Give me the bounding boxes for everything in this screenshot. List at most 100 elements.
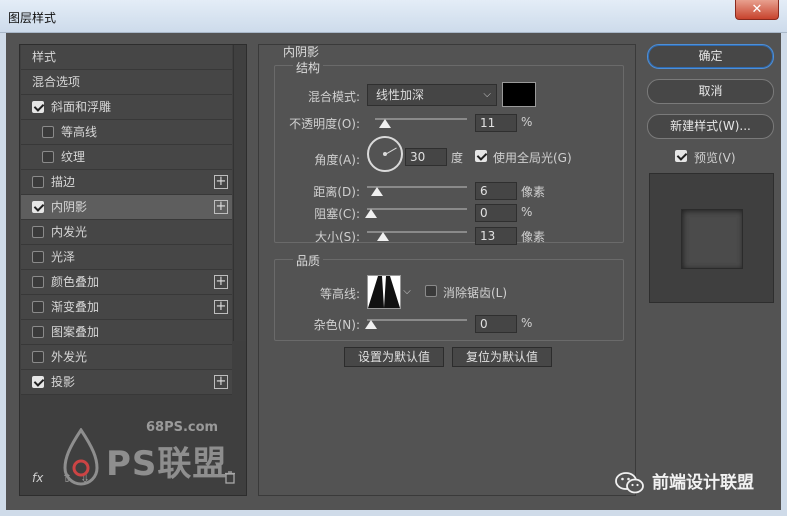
style-item-pattern-overlay[interactable]: 图案叠加 (21, 320, 232, 345)
style-item-color-overlay[interactable]: 颜色叠加 + (21, 270, 232, 295)
set-default-button[interactable]: 设置为默认值 (344, 347, 444, 367)
blend-options-item[interactable]: 混合选项 (21, 70, 232, 95)
noise-unit: % (521, 316, 533, 330)
style-item-label: 投影 (51, 375, 76, 389)
angle-dial[interactable] (367, 136, 403, 172)
style-item-inner-glow[interactable]: 内发光 (21, 220, 232, 245)
cancel-button[interactable]: 取消 (647, 79, 774, 104)
style-item-label: 颜色叠加 (51, 275, 100, 289)
contour-picker[interactable] (367, 275, 401, 309)
outer-glow-checkbox[interactable] (32, 351, 44, 363)
slider-thumb[interactable] (377, 232, 389, 241)
blend-mode-select[interactable]: 线性加深 ⌵ (367, 84, 497, 106)
style-item-label: 内阴影 (51, 200, 88, 214)
distance-unit: 像素 (521, 185, 546, 199)
size-slider[interactable] (367, 229, 467, 241)
style-item-label: 图案叠加 (51, 325, 100, 339)
add-color-overlay-icon[interactable]: + (214, 275, 228, 289)
slider-thumb[interactable] (365, 320, 377, 329)
reset-default-button[interactable]: 复位为默认值 (452, 347, 552, 367)
style-item-bevel-emboss[interactable]: 斜面和浮雕 (21, 95, 232, 120)
opacity-input[interactable]: 11 (475, 114, 517, 132)
distance-slider[interactable] (367, 184, 467, 196)
drop-shadow-checkbox[interactable] (32, 376, 44, 388)
style-item-label: 描边 (51, 175, 76, 189)
inner-glow-checkbox[interactable] (32, 226, 44, 238)
angle-unit: 度 (451, 151, 464, 165)
opacity-slider[interactable] (375, 116, 467, 128)
angle-input[interactable]: 30 (405, 148, 447, 166)
contour-label: 等高线: (319, 287, 360, 301)
style-item-outer-glow[interactable]: 外发光 (21, 345, 232, 370)
blend-mode-label: 混合模式: (307, 90, 360, 104)
style-item-label: 光泽 (51, 250, 76, 264)
inner-shadow-panel: 内阴影 结构 混合模式: 线性加深 ⌵ 不透明度(O): 11 % 角度(A):… (258, 44, 636, 496)
add-gradient-overlay-icon[interactable]: + (214, 300, 228, 314)
styles-list-scrollbar[interactable] (233, 45, 246, 341)
bevel-emboss-checkbox[interactable] (32, 101, 44, 113)
watermark-brand: PS联盟 (106, 444, 228, 484)
style-item-drop-shadow[interactable]: 投影 + (21, 370, 232, 395)
pattern-overlay-checkbox[interactable] (32, 326, 44, 338)
style-item-inner-shadow[interactable]: 内阴影 + (21, 195, 232, 220)
slider-thumb[interactable] (379, 119, 391, 128)
size-unit: 像素 (521, 230, 546, 244)
add-inner-shadow-icon[interactable]: + (214, 200, 228, 214)
footer-brand: 前端设计联盟 (652, 473, 754, 493)
slider-track (367, 319, 467, 321)
contour-dropdown-icon[interactable]: ⌵ (402, 275, 412, 309)
style-item-label: 渐变叠加 (51, 300, 100, 314)
add-stroke-icon[interactable]: + (214, 175, 228, 189)
choke-slider[interactable] (365, 206, 467, 218)
antialias-checkbox[interactable] (425, 285, 437, 297)
preview-label: 预览(V) (694, 151, 736, 165)
inner-shadow-checkbox[interactable] (32, 201, 44, 213)
style-item-contour[interactable]: 等高线 (21, 120, 232, 145)
shadow-color-swatch[interactable] (502, 82, 536, 107)
close-button[interactable]: ✕ (735, 0, 779, 20)
antialias-label: 消除锯齿(L) (443, 286, 508, 300)
style-item-stroke[interactable]: 描边 + (21, 170, 232, 195)
stroke-checkbox[interactable] (32, 176, 44, 188)
wechat-icon (615, 472, 644, 494)
distance-input[interactable]: 6 (475, 182, 517, 200)
structure-title: 结构 (293, 59, 324, 76)
quality-title: 品质 (293, 252, 324, 269)
choke-input[interactable]: 0 (475, 204, 517, 222)
choke-label: 阻塞(C): (314, 207, 360, 221)
styles-header[interactable]: 样式 (21, 45, 232, 70)
watermark-site: 68PS.com (146, 420, 219, 435)
texture-checkbox[interactable] (42, 151, 54, 163)
window-title: 图层样式 (8, 11, 57, 25)
contour-checkbox[interactable] (42, 126, 54, 138)
preview-checkbox[interactable] (675, 150, 687, 162)
gradient-overlay-checkbox[interactable] (32, 301, 44, 313)
ps-logo-icon (63, 428, 99, 486)
noise-label: 杂色(N): (313, 318, 360, 332)
style-preview (649, 173, 774, 303)
new-style-button[interactable]: 新建样式(W)... (647, 114, 774, 139)
color-overlay-checkbox[interactable] (32, 276, 44, 288)
style-item-gradient-overlay[interactable]: 渐变叠加 + (21, 295, 232, 320)
noise-input[interactable]: 0 (475, 315, 517, 333)
size-label: 大小(S): (314, 230, 360, 244)
noise-slider[interactable] (365, 317, 467, 329)
ok-button[interactable]: 确定 (647, 44, 774, 69)
contour-curve-icon (368, 276, 400, 308)
style-item-texture[interactable]: 纹理 (21, 145, 232, 170)
choke-unit: % (521, 205, 533, 219)
satin-checkbox[interactable] (32, 251, 44, 263)
style-item-label: 斜面和浮雕 (51, 100, 112, 114)
style-item-satin[interactable]: 光泽 (21, 245, 232, 270)
style-item-label: 等高线 (61, 125, 98, 139)
add-drop-shadow-icon[interactable]: + (214, 375, 228, 389)
size-input[interactable]: 13 (475, 227, 517, 245)
opacity-label: 不透明度(O): (289, 117, 360, 131)
slider-thumb[interactable] (371, 187, 383, 196)
ps-watermark: 68PS.com PS联盟 (61, 418, 231, 498)
slider-thumb[interactable] (365, 209, 377, 218)
global-light-checkbox[interactable] (475, 150, 487, 162)
fx-icon[interactable]: fx (32, 471, 43, 485)
angle-label: 角度(A): (314, 153, 360, 167)
panel-title: 内阴影 (283, 45, 320, 59)
